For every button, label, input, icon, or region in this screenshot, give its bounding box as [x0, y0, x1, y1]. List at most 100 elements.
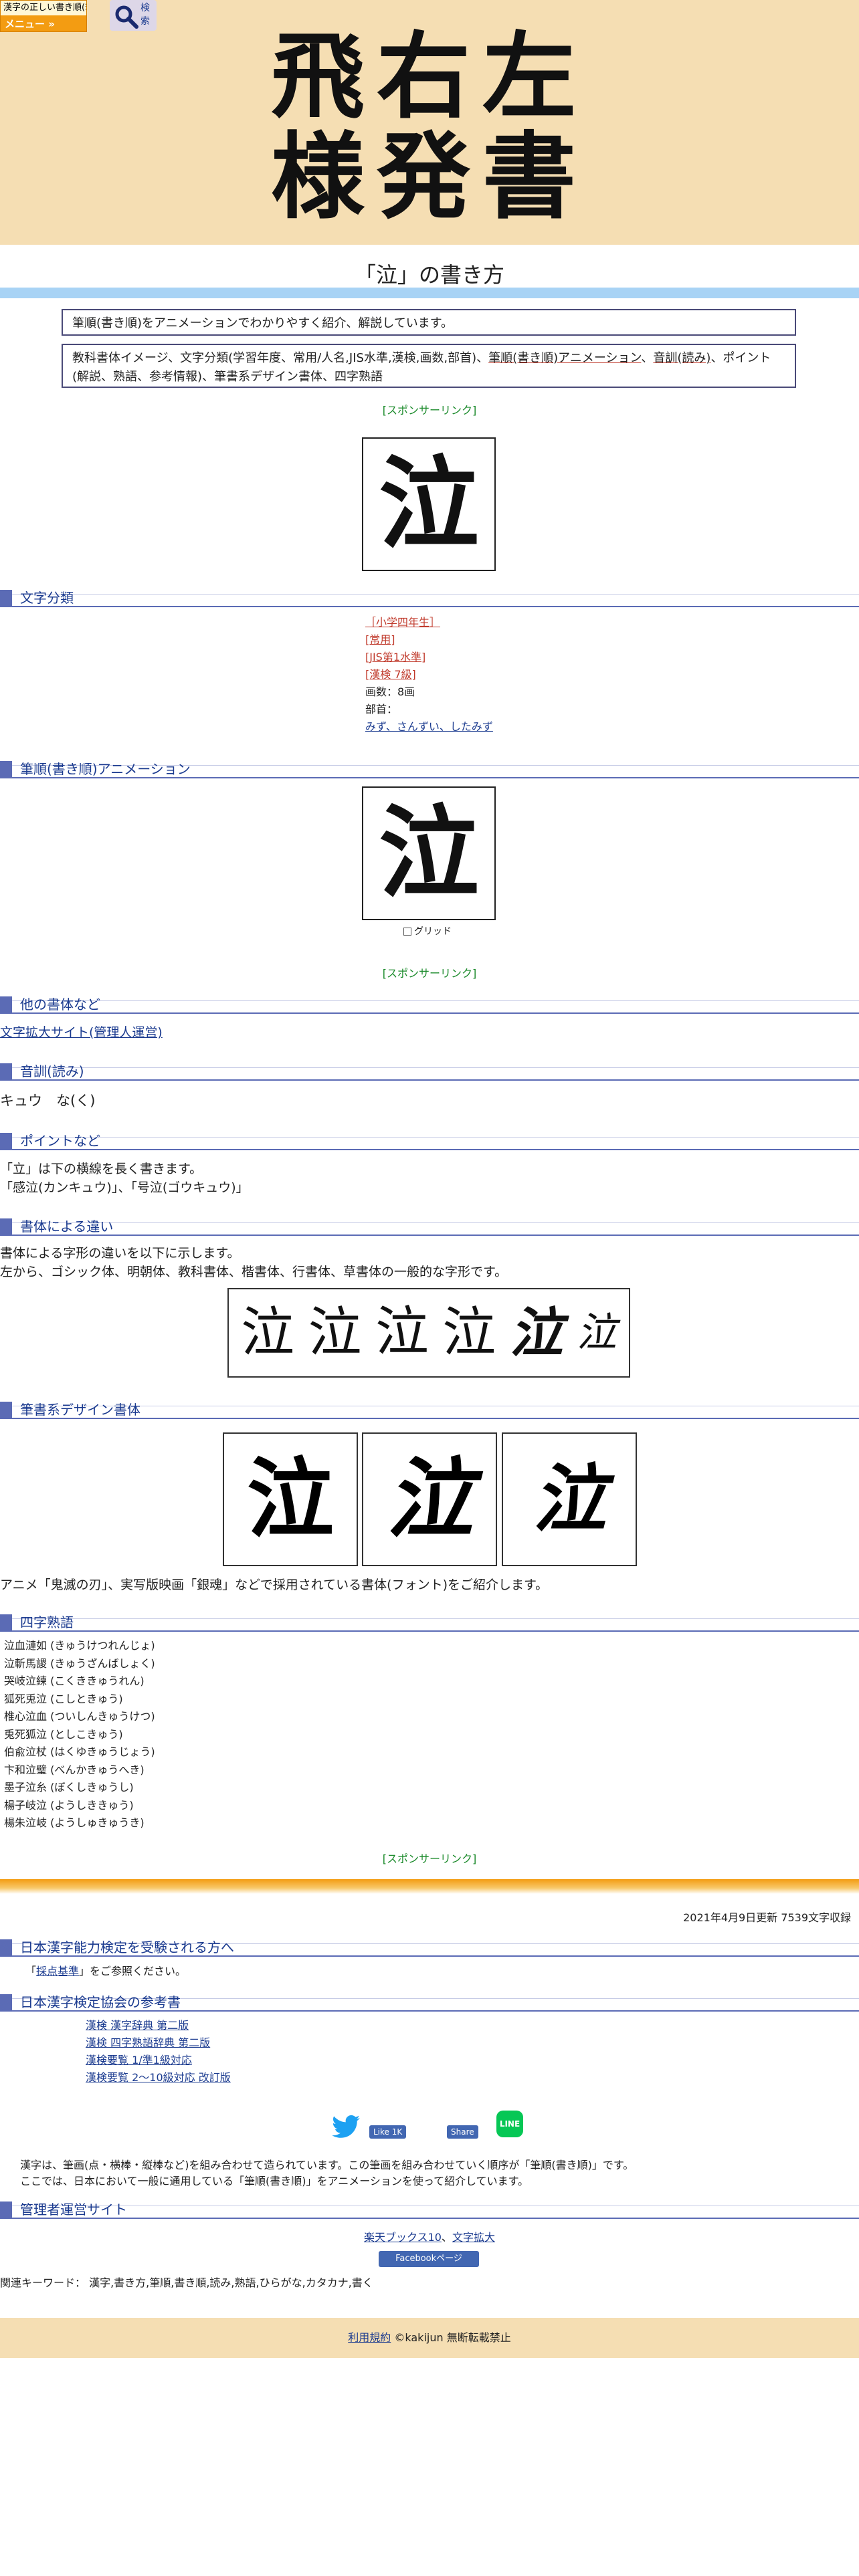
grid-checkbox[interactable]: [403, 928, 411, 936]
section-title: 管理者運営サイト: [20, 2202, 127, 2218]
line-icon[interactable]: LINE: [496, 2111, 523, 2137]
section-title: 書体による違い: [20, 1218, 114, 1235]
kentei-text-post: 」をご参照ください。: [79, 1965, 187, 1977]
section-admin-sites: 管理者運営サイト: [0, 2202, 859, 2219]
contents-link-animation[interactable]: 筆順(書き順)アニメーション: [488, 351, 641, 365]
design-caption: アニメ「鬼滅の刃」、実写版映画「銀魂」などで採用されている書体(フォント)をご紹…: [0, 1578, 549, 1592]
admin-links: 楽天ブックス10、文字拡大: [0, 2228, 859, 2244]
points-line-1: 「立」は下の横線を長く書きます。: [0, 1162, 203, 1176]
contents-sep: 、: [641, 351, 654, 365]
section-kentei: 日本漢字能力検定を受験される方へ: [0, 1939, 859, 1957]
section-classification: 文字分類: [0, 590, 859, 607]
stroke-count: 画数：8画: [365, 685, 415, 698]
list-item: 兎死狐泣 (としこきゅう): [4, 1727, 123, 1741]
kanji-glyph: 泣: [246, 1448, 334, 1550]
section-title: 日本漢字検定協会の参考書: [20, 1994, 181, 2010]
list-item: 伯兪泣杖 (はくゆきゅうじょう): [4, 1745, 155, 1758]
contents-link-readings[interactable]: 音訓(読み): [653, 351, 710, 365]
section-animation: 筆順(書き順)アニメーション: [0, 761, 859, 778]
section-title: 文字分類: [20, 590, 74, 606]
grid-label: グリッド: [414, 926, 452, 937]
search-button[interactable]: 検索: [110, 0, 157, 31]
points-line-2: 「感泣(カンキュウ)」、「号泣(ゴウキュウ)」: [0, 1180, 249, 1195]
list-item: 哭岐泣練 (こくききゅうれん): [4, 1675, 145, 1687]
classification-list: ［小学四年生］ [常用] [JIS第1水準] [漢検 7級] 画数：8画 部首：…: [365, 614, 493, 736]
kanji-glyph: 泣: [378, 445, 479, 563]
search-label: 検索: [140, 3, 150, 27]
title-divider: [0, 288, 859, 298]
stroke-animation[interactable]: 泣: [362, 786, 496, 920]
section-yoji: 四字熟語: [0, 1614, 859, 1632]
facebook-like-button[interactable]: Like 1K: [369, 2125, 407, 2139]
list-item: 泣斬馬謖 (きゅうざんばしょく): [4, 1656, 155, 1670]
grid-toggle[interactable]: グリッド: [403, 924, 452, 938]
list-item: 楊朱泣岐 (ようしゅきゅうき): [4, 1816, 145, 1829]
list-item: 卞和泣璧 (べんかきゅうへき): [4, 1763, 145, 1776]
glyph-textbook: 泣: [375, 1303, 429, 1362]
reference-link[interactable]: 漢検 漢字辞典 第二版: [86, 2019, 189, 2032]
styles-line-1: 書体による字形の違いを以下に示します。: [0, 1246, 240, 1261]
glyph-sosho: 泣: [576, 1309, 617, 1356]
reference-link[interactable]: 漢検要覧 1/準1級対応: [86, 2054, 192, 2066]
reference-list: 漢検 漢字辞典 第二版 漢検 四字熟語辞典 第二版 漢検要覧 1/準1級対応 漢…: [86, 2017, 231, 2086]
joyo-link[interactable]: [常用]: [365, 633, 395, 646]
radical-label: 部首：: [365, 703, 398, 716]
glyph-gyosho: 泣: [509, 1301, 563, 1364]
admin-sep: 、: [441, 2231, 452, 2244]
yoji-list: 泣血漣如 (きゅうけつれんじょ) 泣斬馬謖 (きゅうざんばしょく) 哭岐泣練 (…: [4, 1637, 155, 1832]
reference-link[interactable]: 漢検 四字熟語辞典 第二版: [86, 2036, 210, 2049]
footer: 利用規約 ©kakijun 無断転載禁止: [0, 2318, 859, 2358]
section-readings: 音訓(読み): [0, 1063, 859, 1081]
design-font-2: 泣: [362, 1432, 497, 1566]
sponsor-link[interactable]: [スポンサーリンク]: [0, 964, 859, 980]
radical-link[interactable]: みず、さんずい、したみず: [365, 720, 493, 733]
kentei-text: 「採点基準」をご参照ください。: [25, 1962, 186, 1981]
page-title: 「泣」の書き方: [354, 262, 504, 288]
related-keywords: 関連キーワード： 漢字,書き方,筆順,書き順,読み,熟語,ひらがな,カタカナ,書…: [0, 2276, 373, 2289]
sponsor-link[interactable]: [スポンサーリンク]: [0, 401, 859, 417]
explanation-line-2: ここでは、日本において一般に通用している「筆順(書き順)」をアニメーションを使っ…: [20, 2175, 529, 2187]
section-title: ポイントなど: [20, 1133, 100, 1149]
kanji-textbook-image: 泣: [362, 437, 496, 571]
section-design-fonts: 筆書系デザイン書体: [0, 1402, 859, 1419]
kentei-text-pre: 「: [25, 1965, 37, 1977]
reference-link[interactable]: 漢検要覧 2～10級対応 改訂版: [86, 2071, 231, 2084]
jis-link[interactable]: [JIS第1水準]: [365, 651, 425, 663]
font-enlarge-link[interactable]: 文字拡大サイト(管理人運営): [0, 1023, 163, 1042]
section-title: 四字熟語: [20, 1614, 74, 1630]
orange-divider: [0, 1879, 859, 1894]
section-title: 筆書系デザイン書体: [20, 1402, 140, 1418]
section-title: 他の書体など: [20, 996, 100, 1012]
kanken-link[interactable]: [漢検 7級]: [365, 668, 416, 681]
explanation: 漢字は、筆画(点・横棒・縦棒など)を組み合わせて造られています。この筆画を組み合…: [20, 2157, 634, 2189]
design-font-3: 泣: [502, 1432, 637, 1566]
list-item: 泣血漣如 (きゅうけつれんじょ): [4, 1639, 155, 1652]
search-icon: [115, 5, 138, 29]
facebook-page-button[interactable]: Facebookページ: [379, 2251, 479, 2267]
kanji-glyph: 泣: [385, 1448, 473, 1550]
kanji-glyph: 泣: [533, 1456, 606, 1542]
kanji-glyph: 泣: [378, 794, 479, 912]
section-points: ポイントなど: [0, 1133, 859, 1150]
section-title: 筆順(書き順)アニメーション: [20, 761, 191, 777]
scoring-link[interactable]: 採点基準: [36, 1965, 79, 1977]
rakuten-link[interactable]: 楽天ブックス10: [364, 2231, 442, 2244]
contents-text: 教科書体イメージ、文字分類(学習年度、常用/人名,JIS水準,漢検,画数,部首)…: [72, 351, 489, 365]
menu-label: メニュー »: [5, 18, 55, 30]
font-styles-image: 泣 泣 泣 泣 泣 泣: [227, 1288, 630, 1378]
hero-line-2: 様発書: [270, 122, 588, 232]
social-bar: Like 1K Share: [0, 2108, 859, 2141]
design-font-1: 泣: [223, 1432, 358, 1566]
hero-line-1: 飛右左: [270, 22, 588, 132]
font-enlarge-link[interactable]: 文字拡大: [452, 2231, 495, 2244]
menu-button[interactable]: 漢字の正しい書き順(筆順) メニュー »: [0, 0, 87, 32]
section-title: 音訓(読み): [20, 1063, 84, 1079]
twitter-icon[interactable]: [332, 2115, 361, 2139]
intro-box: 筆順(書き順)をアニメーションでわかりやすく紹介、解説しています。: [62, 309, 796, 336]
facebook-share-button[interactable]: Share: [447, 2125, 478, 2139]
terms-link[interactable]: 利用規約: [348, 2331, 391, 2344]
list-item: 楊子岐泣 (ようしききゅう): [4, 1798, 134, 1812]
updated-info: 2021年4月9日更新 7539文字収録: [683, 1911, 851, 1924]
grade-link[interactable]: ［小学四年生］: [365, 616, 440, 629]
sponsor-link[interactable]: [スポンサーリンク]: [0, 1850, 859, 1866]
